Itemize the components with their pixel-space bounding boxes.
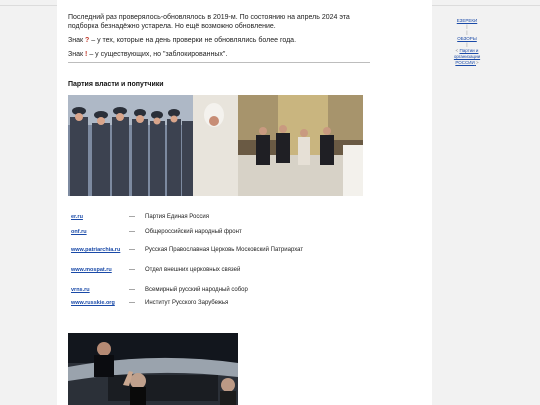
question-mark: ? — [85, 37, 90, 44]
link-er[interactable]: er.ru — [71, 214, 83, 221]
sidebar-item-obzory[interactable]: ОБЗОРЫ — [457, 36, 477, 41]
link-description: Институт Русского Зарубежья — [145, 300, 229, 306]
main-content: Последний раз проверялось-обновлялось в … — [57, 0, 432, 405]
divider — [68, 62, 370, 63]
dash: — — [129, 229, 135, 235]
sidebar-nav: ЕЗЕРЕКИ | | ОБЗОРЫ | < Партии и организа… — [438, 18, 496, 66]
section-title: Партия власти и попутчики — [68, 81, 164, 88]
photo-limousine — [68, 333, 238, 405]
dash: — — [129, 267, 135, 273]
page: Последний раз проверялось-обновлялось в … — [0, 0, 540, 405]
dash: — — [129, 300, 135, 306]
photo-police-church — [68, 95, 363, 196]
dash: — — [129, 247, 135, 253]
sidebar-item-parties-line1: Партии и — [459, 48, 479, 53]
dash: — — [129, 214, 135, 220]
intro-notice: Последний раз проверялось-обновлялось в … — [68, 13, 368, 64]
legend-exclaim-text: – у существующих, но "заблокированных". — [89, 51, 228, 58]
link-description: Партия Единая Россия — [145, 214, 209, 220]
link-description: Отдел внешних церковных связей — [145, 267, 241, 273]
link-russkie[interactable]: www.russkie.org — [71, 300, 115, 307]
legend-question-prefix: Знак — [68, 37, 84, 44]
link-mospat[interactable]: www.mospat.ru — [71, 267, 112, 274]
sidebar-item-parties-line3: РОССИИ — [455, 60, 475, 65]
exclaim-mark: ! — [85, 51, 88, 58]
sidebar-item-ezereki[interactable]: ЕЗЕРЕКИ — [457, 18, 477, 23]
link-patriarchia[interactable]: www.patriarchia.ru — [71, 247, 120, 254]
link-description: Всемирный русский народный собор — [145, 287, 248, 293]
legend-exclaim-prefix: Знак — [68, 51, 84, 58]
dash: — — [129, 287, 135, 293]
link-onf[interactable]: onf.ru — [71, 229, 87, 236]
update-notice: Последний раз проверялось-обновлялось в … — [68, 14, 350, 30]
sidebar-item-parties-line2: организации — [453, 54, 481, 59]
link-vrns[interactable]: vrns.ru — [71, 287, 90, 294]
arrow-right-icon[interactable]: > — [476, 60, 479, 65]
legend-question-text: – у тех, которые на день проверки не обн… — [91, 37, 297, 44]
arrow-left-icon[interactable]: < — [456, 48, 459, 53]
legend-exclaim: Знак ! – у существующих, но "заблокирова… — [68, 50, 368, 59]
link-description: Русская Православная Церковь Московский … — [145, 247, 304, 253]
link-description: Общероссийский народный фронт — [145, 229, 242, 235]
legend-question: Знак ? – у тех, которые на день проверки… — [68, 36, 368, 45]
